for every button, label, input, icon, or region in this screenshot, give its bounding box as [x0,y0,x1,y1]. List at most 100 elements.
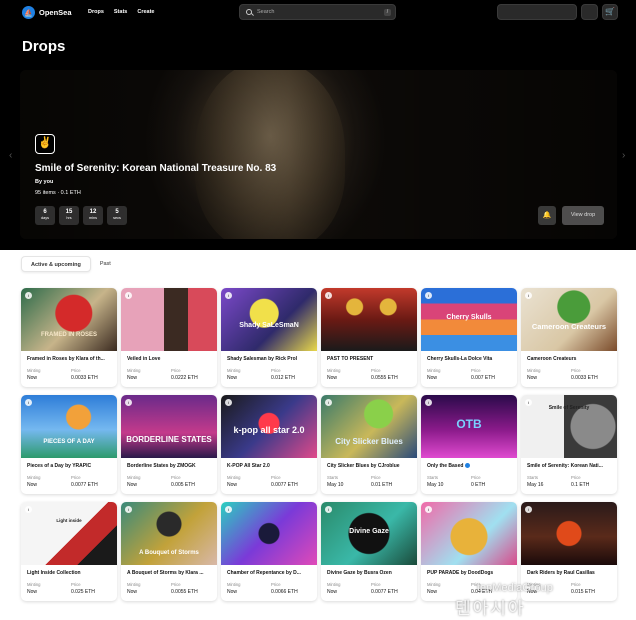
price-label: Price [571,368,581,373]
price-value: 0.0077 ETH [371,589,398,595]
search-icon [246,9,252,15]
drop-card[interactable]: i PAST TO PRESENT Minting Now Price 0.0555 ET… [321,288,417,387]
drop-card[interactable]: i Cameroon Createurs Cameroon Createurs Min… [521,288,617,387]
countdown-hours: 15 hrs [59,206,79,225]
price-label: Price [271,582,281,587]
collection-badge-icon: i [225,292,232,299]
drop-card[interactable]: i Divine Gaze Divine Gaze by Busra Ozen Min… [321,502,417,601]
status-value: May 16 [527,482,544,488]
featured-drop-banner[interactable]: ✌ Smile of Serenity: Korean National Tre… [20,70,617,239]
status-value: May 10 [427,482,444,488]
collection-badge-icon: i [125,399,132,406]
drop-card[interactable]: i Chamber of Repentance by D... Minting Now… [221,502,317,601]
drop-card[interactable]: i Cherry Skulls Cherry Skulls-La Dolce Vit… [421,288,517,387]
drop-artwork [421,502,517,565]
status-value: Now [127,482,138,488]
profile-button[interactable] [581,4,598,20]
drop-artwork [321,288,417,351]
opensea-logo[interactable]: ⛵ OpenSea [22,6,72,19]
status-label: Minting [127,475,141,480]
status-label: Minting [527,368,541,373]
status-value: Now [227,589,238,595]
drop-name: Only the Based [427,463,513,469]
drop-name: Light Inside Collection [27,570,81,576]
price-label: Price [171,368,181,373]
price-label: Price [471,368,481,373]
drop-card[interactable]: i k-pop all star 2.0 K-POP All Star 2.0 Min… [221,395,317,494]
nav-link-stats[interactable]: Stats [114,9,127,15]
status-label: Minting [427,368,441,373]
drop-name: Smile of Serenity: Korean Nati... [527,463,603,469]
drop-card[interactable]: i A Bouquet of Storms A Bouquet of Storms … [121,502,217,601]
countdown: 6 days 15 hrs 12 mins 5 secs [35,206,127,225]
drop-card[interactable]: i Shady SaLeSmaN Shady Salesman by Rick Pr… [221,288,317,387]
drop-card[interactable]: i PIECES OF A DAY Pieces of a Day by YRAPI… [21,395,117,494]
search-input[interactable]: Search / [239,4,396,20]
drop-artwork [521,288,617,351]
nav-link-create[interactable]: Create [137,9,154,15]
price-label: Price [71,582,81,587]
collection-badge-icon: i [425,506,432,513]
collection-badge-icon: i [225,506,232,513]
countdown-seconds: 5 secs [107,206,127,225]
artwork-title-text: Cherry Skulls [446,314,492,321]
drop-card[interactable]: i BORDERLINE STATES Borderline States by Z… [121,395,217,494]
tab-active-upcoming[interactable]: Active & upcoming [21,256,91,272]
chevron-right-icon[interactable]: › [622,150,625,161]
price-value: 0.0555 ETH [371,375,398,381]
tab-past[interactable]: Past [91,256,120,272]
drop-artwork [21,395,117,458]
bell-icon[interactable]: 🔔 [538,206,556,225]
collection-logo: ✌ [35,134,55,154]
drop-artwork [121,395,217,458]
status-label: Minting [127,582,141,587]
drop-card[interactable]: i Light inside Light Inside Collection Mint… [21,502,117,601]
price-value: 0.0222 ETH [171,375,198,381]
chevron-left-icon[interactable]: ‹ [9,150,12,161]
status-value: Now [27,482,38,488]
nav-link-drops[interactable]: Drops [88,9,104,15]
drop-artwork [21,288,117,351]
status-label: Minting [427,582,441,587]
price-value: 0.007 ETH [471,375,495,381]
price-value: 0.025 ETH [71,589,95,595]
drop-card[interactable]: i FRAMED IN ROSES Framed in Roses by Klara… [21,288,117,387]
cart-icon[interactable]: 🛒 [602,4,618,20]
status-label: Starts [427,475,438,480]
price-label: Price [271,368,281,373]
price-label: Price [71,368,81,373]
drop-name: Pieces of a Day by YRAPIC [27,463,92,469]
drop-card[interactable]: i City Slicker Blues City Slicker Blues by… [321,395,417,494]
view-drop-button[interactable]: View drop [562,206,604,225]
collection-badge-icon: i [25,292,32,299]
drop-card[interactable]: i Smile of Serenity Smile of Serenity: Kor… [521,395,617,494]
hero-title: Smile of Serenity: Korean National Treas… [35,163,277,174]
collection-badge-icon: i [25,506,32,513]
collection-badge-icon: i [425,292,432,299]
drop-name: A Bouquet of Storms by Klara ... [127,570,204,576]
drop-card[interactable]: i Veiled in Love Minting Now Price 0.0222 ETH [121,288,217,387]
status-value: Now [127,589,138,595]
brand-name: OpenSea [39,8,72,17]
status-value: Now [327,589,338,595]
price-value: 0.1 ETH [571,482,590,488]
price-value: 0.012 ETH [271,375,295,381]
collection-badge-icon: i [325,506,332,513]
drop-card[interactable]: i OTB Only the Based Starts May 10 Price 0 ETH [421,395,517,494]
status-label: Minting [27,475,41,480]
artwork-title-text: FRAMED IN ROSES [40,332,97,338]
price-label: Price [71,475,81,480]
status-value: Now [127,375,138,381]
price-value: 0.0077 ETH [71,482,98,488]
artwork-title-text: Shady SaLeSmaN [239,322,299,329]
price-label: Price [371,475,381,480]
verified-icon [465,463,471,469]
price-label: Price [571,475,581,480]
watermark: tenMediaGroup 텐아시아 [455,582,553,618]
countdown-minutes: 12 mins [83,206,103,225]
wallet-button[interactable] [497,4,577,20]
price-value: 0.0077 ETH [271,482,298,488]
collection-badge-icon: i [225,399,232,406]
countdown-days: 6 days [35,206,55,225]
sailboat-icon: ⛵ [22,6,35,19]
